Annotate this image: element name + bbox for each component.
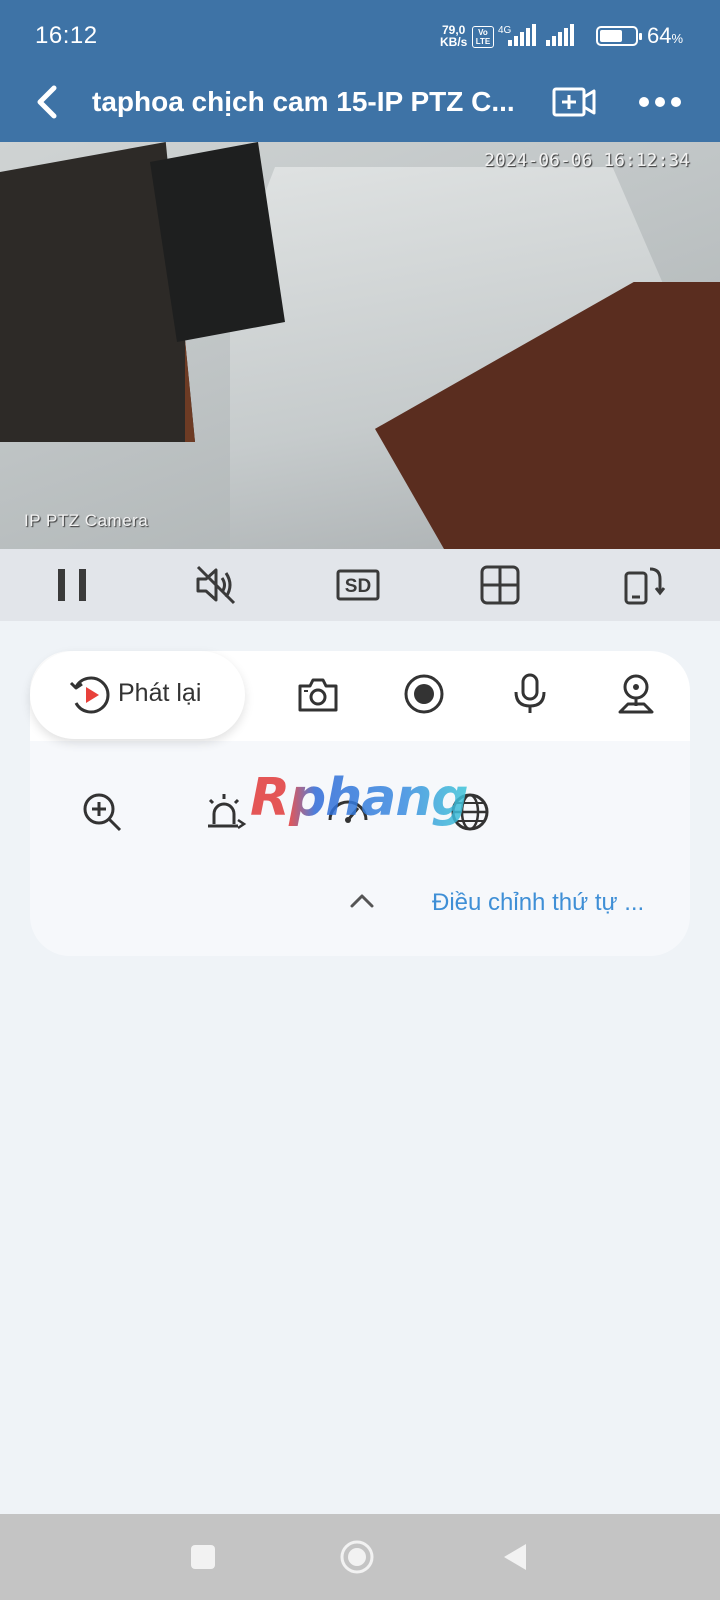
- camera-video-feed[interactable]: 2024-06-06 16:12:34 IP PTZ Camera: [0, 142, 720, 549]
- signal-4g-icon: 4G: [498, 24, 536, 46]
- playback-icon: [69, 676, 110, 714]
- battery-percent: 64%: [647, 23, 683, 49]
- status-bar: 16:12 79,0 KB/s Vo LTE 4G 64%: [0, 0, 720, 70]
- adjust-order-link[interactable]: Điều chỉnh thứ tự ...: [432, 889, 644, 917]
- system-nav-bar: [0, 1514, 720, 1600]
- chevron-left-icon[interactable]: [28, 82, 68, 122]
- playback-label: Phát lại: [118, 679, 202, 707]
- microphone-icon[interactable]: [508, 672, 552, 716]
- video-camera-name: IP PTZ Camera: [24, 511, 149, 530]
- volte-badge: Vo LTE: [472, 26, 494, 48]
- home-icon[interactable]: [340, 1540, 374, 1574]
- battery-icon: [596, 26, 642, 46]
- watermark-logo: Rphang: [250, 768, 469, 828]
- network-speed-unit: KB/s: [440, 35, 468, 49]
- back-nav-icon[interactable]: [498, 1540, 532, 1574]
- app-header: 16:12 79,0 KB/s Vo LTE 4G 64% taphoa chị…: [0, 0, 720, 142]
- page-title: taphoa chịch cam 15-IP PTZ C...: [92, 86, 515, 117]
- grid-view-icon[interactable]: [478, 563, 522, 607]
- rotate-screen-icon[interactable]: [622, 563, 666, 607]
- video-add-icon[interactable]: [552, 84, 596, 120]
- network-type: 4G: [498, 25, 512, 36]
- more-dots-icon[interactable]: [636, 86, 684, 118]
- ptz-person-icon[interactable]: [614, 672, 658, 716]
- battery-percent-unit: %: [671, 31, 684, 46]
- network-speed: 79,0 KB/s: [440, 24, 467, 48]
- battery-percent-value: 64: [647, 23, 672, 48]
- signal-icon: [546, 24, 574, 46]
- sd-quality-icon[interactable]: SD: [336, 563, 380, 607]
- zoom-in-icon[interactable]: [80, 790, 124, 834]
- sd-quality-label: SD: [345, 576, 371, 597]
- pause-icon[interactable]: [50, 563, 94, 607]
- battery-level: [600, 30, 622, 42]
- mute-icon[interactable]: [194, 563, 238, 607]
- playback-button[interactable]: Phát lại: [30, 651, 245, 739]
- alarm-siren-icon[interactable]: [204, 790, 248, 834]
- chevron-up-icon[interactable]: [346, 886, 378, 914]
- camera-snapshot-icon[interactable]: [296, 672, 340, 716]
- video-timestamp: 2024-06-06 16:12:34: [484, 150, 690, 171]
- recent-apps-icon[interactable]: [186, 1540, 220, 1574]
- video-controls: SD: [0, 549, 720, 621]
- record-icon[interactable]: [402, 672, 446, 716]
- status-time: 16:12: [35, 22, 98, 49]
